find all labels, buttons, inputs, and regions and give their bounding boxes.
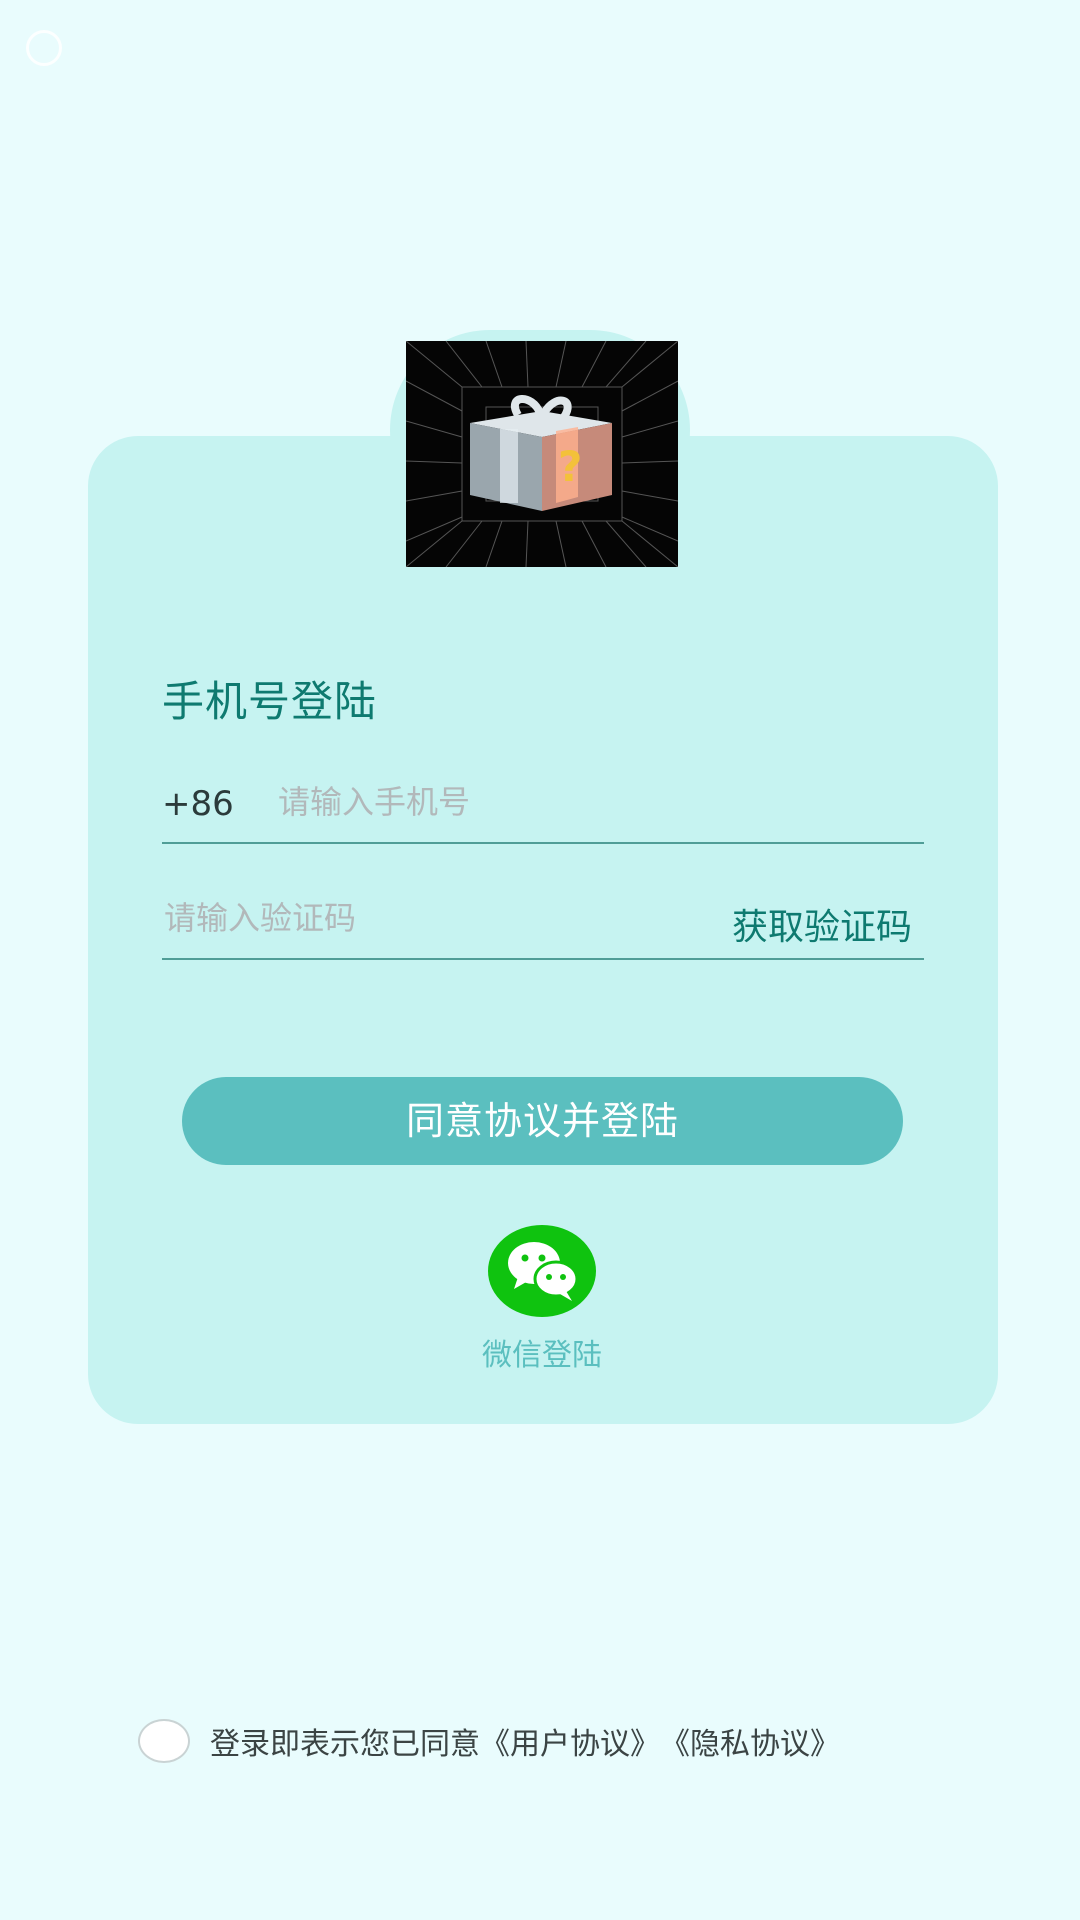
agree-checkbox[interactable] xyxy=(138,1719,190,1763)
agree-and-login-button[interactable]: 同意协议并登陆 xyxy=(182,1077,903,1165)
svg-text:?: ? xyxy=(558,442,582,491)
privacy-agreement-link[interactable]: 《隐私协议》 xyxy=(660,1719,840,1763)
code-field: 获取验证码 xyxy=(162,878,924,960)
wechat-login-button[interactable] xyxy=(488,1225,596,1317)
code-input[interactable] xyxy=(162,888,686,948)
page-title: 手机号登陆 xyxy=(162,677,378,726)
status-indicator-icon xyxy=(26,30,62,66)
agreement-row: 登录即表示您已同意 《用户协议》 《隐私协议》 xyxy=(138,1716,840,1766)
wechat-login-label: 微信登陆 xyxy=(482,1338,602,1373)
agreement-text: 登录即表示您已同意 xyxy=(210,1727,480,1762)
user-agreement-link[interactable]: 《用户协议》 xyxy=(480,1719,660,1763)
get-code-button[interactable]: 获取验证码 xyxy=(732,898,912,950)
country-code[interactable]: +86 xyxy=(162,784,234,824)
phone-field: +86 xyxy=(162,762,924,844)
wechat-icon xyxy=(508,1242,579,1301)
mystery-gift-box-icon: ? xyxy=(406,341,678,567)
phone-input[interactable] xyxy=(276,772,840,832)
